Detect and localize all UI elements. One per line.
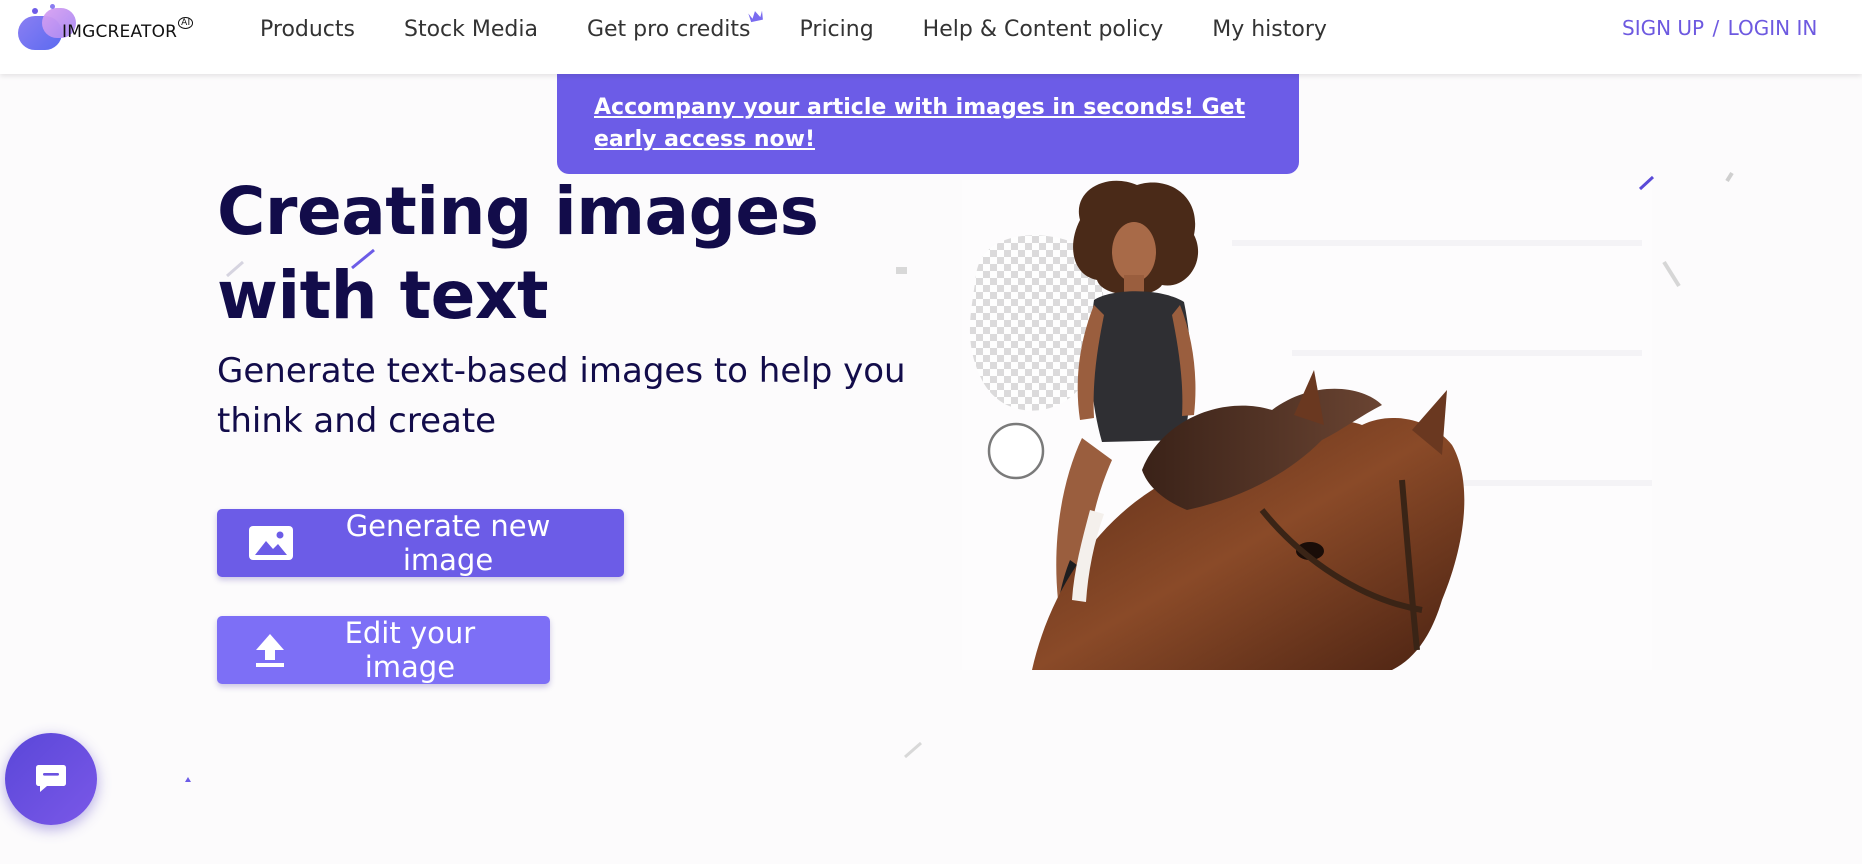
edit-button-label: Edit your image	[344, 616, 476, 684]
top-navbar: IMGCREATOR AI Products Stock Media Get pr…	[0, 0, 1862, 74]
chat-icon	[36, 765, 66, 792]
nav-item-label: Get pro credits	[586, 16, 751, 42]
hero-subtitle: Generate text-based images to help you t…	[217, 351, 906, 441]
decorative-dot	[185, 777, 191, 782]
nav-item-products[interactable]: Products	[260, 17, 355, 42]
decorative-slash	[226, 260, 244, 278]
chat-support-button[interactable]	[5, 733, 97, 825]
hero-title-line2: with text	[217, 257, 549, 334]
decorative-slash	[1662, 260, 1681, 288]
brand-ai-badge: AI	[178, 17, 194, 29]
generate-new-image-button[interactable]: Generate new image	[217, 509, 624, 577]
brand-name: IMGCREATOR AI	[62, 17, 194, 42]
hero-title-line1: Creating images	[217, 173, 819, 250]
decorative-dash	[896, 267, 907, 274]
promo-banner: Accompany your article with images in se…	[557, 74, 1299, 174]
decorative-slash	[1725, 171, 1734, 183]
nav-item-help-content-policy[interactable]: Help & Content policy	[923, 17, 1164, 42]
nav-item-stock-media[interactable]: Stock Media	[404, 17, 538, 42]
brand-logo[interactable]: IMGCREATOR AI	[14, 4, 204, 52]
decorative-slash	[351, 248, 375, 270]
login-link[interactable]: LOGIN IN	[1728, 16, 1818, 40]
nav-item-pricing[interactable]: Pricing	[800, 17, 874, 42]
auth-separator: /	[1712, 16, 1720, 40]
decorative-slash	[904, 741, 922, 759]
auth-links: SIGN UP / LOGIN IN	[1622, 16, 1817, 40]
upload-icon	[249, 632, 291, 668]
crown-icon	[747, 10, 763, 22]
circle-marker	[987, 422, 1045, 480]
woman-riding-horse-image	[962, 180, 1652, 670]
edit-your-image-button[interactable]: Edit your image	[217, 616, 550, 684]
logo-dot	[50, 4, 55, 9]
hero-title: Creating images with text	[217, 170, 937, 338]
main-nav: Products Stock Media Get pro credits Pri…	[260, 10, 1376, 44]
nav-item-my-history[interactable]: My history	[1212, 17, 1327, 42]
nav-item-get-pro-credits[interactable]: Get pro credits	[586, 10, 763, 42]
brand-name-text: IMGCREATOR	[62, 22, 178, 42]
image-icon	[249, 525, 293, 561]
logo-dot	[32, 8, 38, 14]
promo-banner-link[interactable]: Accompany your article with images in se…	[594, 92, 1274, 156]
generate-button-label: Generate new image	[345, 509, 551, 577]
decorative-slash	[1638, 175, 1655, 191]
signup-link[interactable]: SIGN UP	[1622, 16, 1704, 40]
